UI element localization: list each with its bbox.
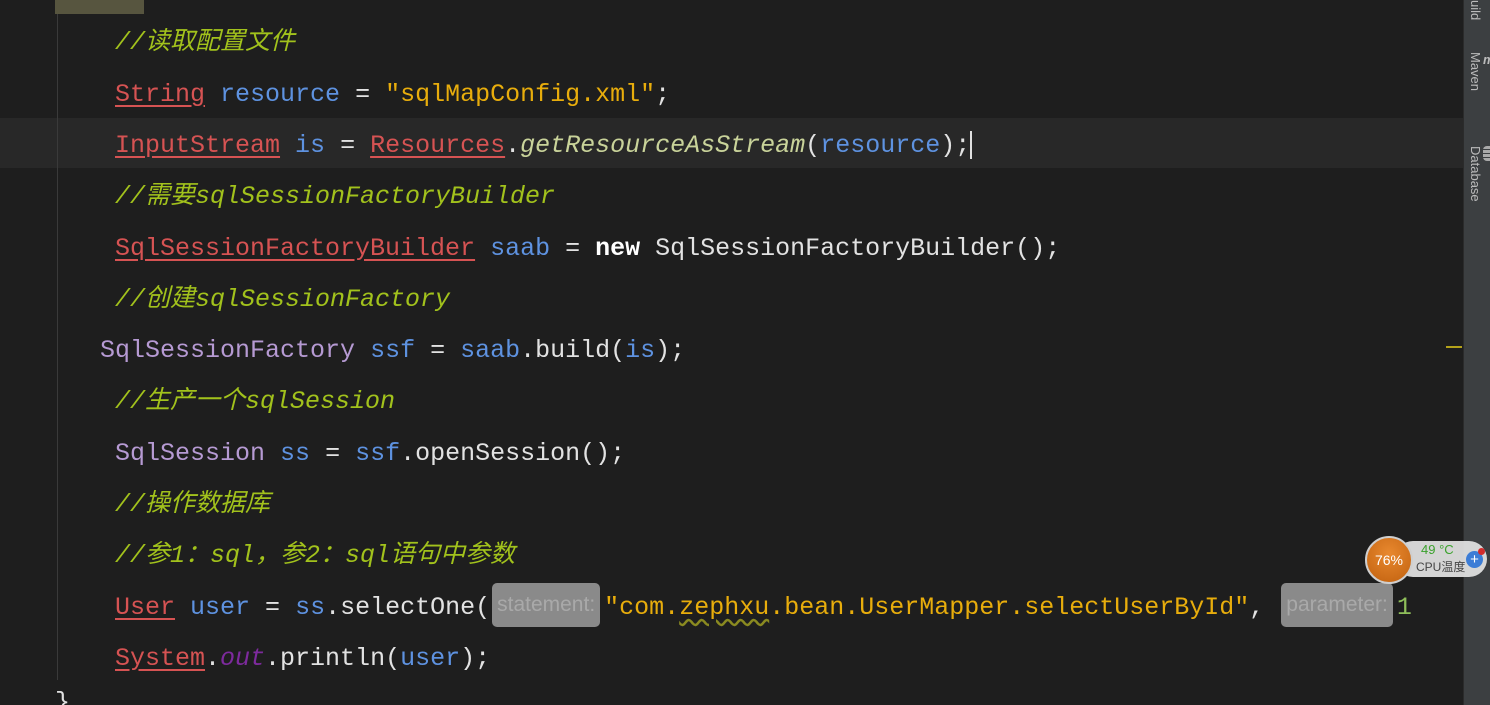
code-token: resource: [820, 130, 941, 160]
parameter-hint: statement:: [492, 582, 601, 627]
code-line[interactable]: //参1：sql，参2：sql语句中参数: [115, 530, 515, 581]
code-comment: //生产一个sqlSession: [115, 387, 396, 417]
code-token: out: [220, 643, 266, 673]
code-token: );: [460, 643, 491, 673]
code-token: );: [940, 130, 971, 160]
code-token: getResourceAsStream: [520, 130, 806, 160]
right-tool-window-bar: uild m Maven Database: [1463, 0, 1490, 705]
code-token: ssf: [370, 336, 416, 366]
code-token: .openSession();: [400, 438, 626, 468]
code-token: 1: [1396, 592, 1412, 622]
code-line[interactable]: //操作数据库: [115, 479, 270, 530]
code-token: );: [655, 336, 686, 366]
code-token: Resources: [370, 130, 506, 160]
code-comment: //参1：sql，参2：sql语句中参数: [115, 541, 516, 571]
maven-icon: m: [1483, 52, 1490, 67]
code-line[interactable]: SqlSessionFactory ssf = saab.build(is);: [100, 325, 685, 376]
code-token: InputStream: [115, 130, 281, 160]
code-token: System: [115, 643, 206, 673]
selection-highlight: [55, 0, 144, 14]
code-token: ;: [655, 79, 671, 109]
code-line[interactable]: InputStream is = Resources.getResourceAs…: [115, 120, 973, 171]
code-line[interactable]: System.out.println(user);: [115, 633, 490, 684]
code-token: SqlSessionFactory: [100, 336, 356, 366]
code-token: "sqlMapConfig.xml": [385, 79, 656, 109]
closing-brace: }: [55, 688, 71, 705]
code-token: .: [505, 130, 521, 160]
code-token: .bean.UserMapper.selectUserById": [769, 592, 1250, 622]
code-token: =: [340, 79, 386, 109]
cpu-temperature: 49 °C: [1421, 542, 1454, 557]
tab-label: Maven: [1468, 52, 1483, 92]
cpu-usage-ball[interactable]: 76%: [1365, 536, 1413, 584]
code-token: zephxu: [679, 592, 770, 622]
tab-maven[interactable]: m Maven: [1468, 52, 1490, 91]
code-token: .selectOne(: [325, 592, 491, 622]
code-token: .build(: [520, 336, 626, 366]
tab-database[interactable]: Database: [1468, 146, 1490, 202]
code-token: SqlSession: [115, 438, 266, 468]
indent-guide: [57, 0, 58, 680]
code-token: "com.: [604, 592, 680, 622]
code-token: SqlSessionFactoryBuilder();: [640, 233, 1061, 263]
code-token: saab: [460, 336, 521, 366]
parameter-hint: parameter:: [1281, 582, 1393, 627]
code-token: ss: [295, 592, 326, 622]
cpu-temperature-label: CPU温度: [1416, 560, 1466, 574]
code-token: SqlSessionFactoryBuilder: [115, 233, 476, 263]
code-line[interactable]: SqlSession ss = ssf.openSession();: [115, 428, 625, 479]
code-token: ,: [1249, 592, 1280, 622]
cpu-temperature-widget[interactable]: 76% 49 °C CPU温度 +: [1365, 536, 1490, 584]
tab-label: Database: [1468, 146, 1483, 202]
code-token: resource: [220, 79, 341, 109]
code-token: =: [250, 592, 296, 622]
code-line[interactable]: //生产一个sqlSession: [115, 376, 395, 427]
code-token: ss: [280, 438, 311, 468]
notification-dot: [1478, 548, 1485, 555]
code-line[interactable]: //读取配置文件: [115, 17, 295, 68]
code-token: String: [115, 79, 206, 109]
code-line[interactable]: User user = ss.selectOne(statement: "com.…: [115, 582, 1412, 633]
text-caret: [970, 131, 973, 160]
tab-label: uild: [1468, 0, 1483, 21]
code-token: .: [205, 643, 221, 673]
code-token: is: [625, 336, 656, 366]
code-line[interactable]: //创建sqlSessionFactory: [115, 274, 450, 325]
code-comment: //需要sqlSessionFactoryBuilder: [115, 182, 556, 212]
code-token: ssf: [355, 438, 401, 468]
code-token: User: [115, 592, 176, 622]
database-icon: [1483, 146, 1490, 161]
code-line[interactable]: //需要sqlSessionFactoryBuilder: [115, 171, 555, 222]
code-token: =: [415, 336, 461, 366]
code-line[interactable]: String resource = "sqlMapConfig.xml";: [115, 69, 670, 120]
code-token: (: [805, 130, 821, 160]
code-token: .println(: [265, 643, 401, 673]
code-comment: //创建sqlSessionFactory: [115, 284, 451, 314]
code-token: saab: [490, 233, 551, 263]
code-editor[interactable]: //读取配置文件 String resource = "sqlMapConfig.…: [0, 0, 1463, 705]
warning-stripe-marker[interactable]: [1446, 346, 1462, 348]
code-token: =: [325, 130, 371, 160]
code-token: is: [295, 130, 326, 160]
code-token: =: [550, 233, 596, 263]
code-token: =: [310, 438, 356, 468]
code-comment: //读取配置文件: [115, 28, 296, 58]
code-token: user: [400, 643, 461, 673]
code-comment: //操作数据库: [115, 490, 271, 519]
code-line[interactable]: SqlSessionFactoryBuilder saab = new SqlS…: [115, 223, 1060, 274]
code-token: user: [190, 592, 251, 622]
code-token: new: [595, 233, 641, 263]
tab-build[interactable]: uild: [1468, 0, 1483, 20]
